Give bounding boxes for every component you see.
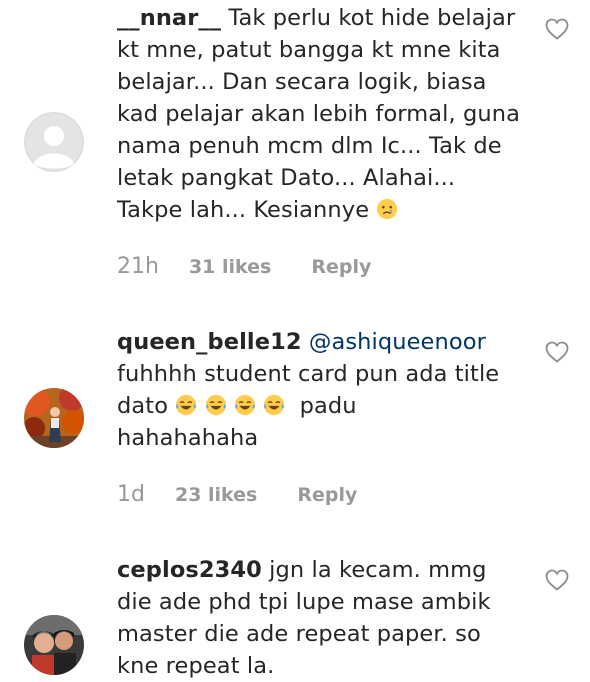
comment-body: ceplos2340 jgn la kecam. mmg die ade phd… <box>117 554 527 682</box>
heart-icon[interactable] <box>545 18 569 40</box>
comment-meta: 1d 23 likes Reply <box>117 482 357 507</box>
comment-username[interactable]: ceplos2340 <box>117 557 262 583</box>
heart-icon[interactable] <box>545 569 569 591</box>
comment-text-line: jgn la kecam. mmg <box>269 557 487 583</box>
tears-of-joy-emoji-icon <box>234 394 255 416</box>
heart-icon[interactable] <box>545 341 569 363</box>
reply-button[interactable]: Reply <box>311 256 371 278</box>
comment-text-line: Takpe lah... Kesiannye <box>117 197 370 223</box>
comment-text-line: master die ade repeat paper. so <box>117 621 481 647</box>
comment-timestamp[interactable]: 21h <box>117 254 159 279</box>
comment-text-line: letak pangkat Dato... Alahai... <box>117 165 456 191</box>
comment-text-line: fuhhhh student card pun ada title <box>117 361 500 387</box>
comment-text-line: belajar... Dan secara logik, biasa <box>117 69 487 95</box>
reply-button[interactable]: Reply <box>297 484 357 506</box>
crying-face-emoji-icon <box>377 198 398 220</box>
comment-text-line: kne repeat la. <box>117 653 275 679</box>
comment-text-line: kad pelajar akan lebih formal, guna <box>117 101 521 127</box>
comment-username[interactable]: queen_belle12 <box>117 329 302 355</box>
comment-timestamp[interactable]: 1d <box>117 482 145 507</box>
mention-link[interactable]: @ashiqueenoor <box>309 329 486 355</box>
comment-text-line: Tak perlu kot hide belajar <box>228 5 516 31</box>
comment-text-line: hahahahaha <box>117 425 259 451</box>
avatar[interactable] <box>24 112 84 172</box>
comment-meta: 21h 31 likes Reply <box>117 254 371 279</box>
tears-of-joy-emoji-icon <box>205 394 226 416</box>
comment-likes-count[interactable]: 23 likes <box>175 484 257 506</box>
comment-text-line: dato <box>117 393 169 419</box>
avatar[interactable] <box>24 615 84 675</box>
comment-username[interactable]: __nnar__ <box>117 5 221 31</box>
comment-text-line: die ade phd tpi lupe mase ambik <box>117 589 491 615</box>
comment-text-line: nama penuh mcm dlm Ic... Tak de <box>117 133 502 159</box>
avatar[interactable] <box>24 388 84 448</box>
tears-of-joy-emoji-icon <box>176 394 197 416</box>
comment-body: __nnar__ Tak perlu kot hide belajar kt m… <box>117 2 527 226</box>
comment-text-line: kt mne, patut bangga kt mne kita <box>117 37 501 63</box>
comment-likes-count[interactable]: 31 likes <box>189 256 271 278</box>
comment-body: queen_belle12 @ashiqueenoor fuhhhh stude… <box>117 326 527 454</box>
tears-of-joy-emoji-icon <box>264 394 285 416</box>
comment-text-line: padu <box>299 393 357 419</box>
